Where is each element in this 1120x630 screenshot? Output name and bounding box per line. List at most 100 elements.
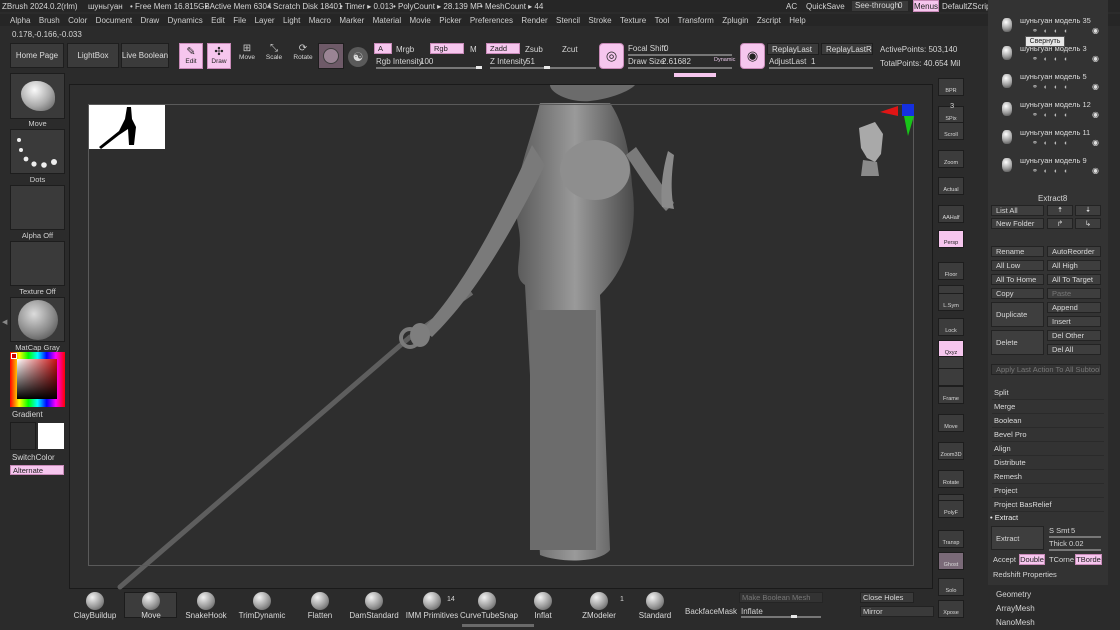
subtool-toggle-icons[interactable]: ⚭ ◐ ◐ ◐ [1032, 27, 1070, 35]
a-toggle[interactable]: A [374, 43, 392, 54]
tborde-toggle[interactable]: TBorde [1075, 554, 1102, 565]
shelf-transp-button[interactable]: Transp [938, 530, 964, 548]
subtool-toggle-icons[interactable]: ⚭ ◐ ◐ ◐ [1032, 111, 1070, 119]
menu-movie[interactable]: Movie [409, 16, 430, 25]
draw-button[interactable]: ✣ Draw [207, 43, 231, 69]
menu-render[interactable]: Render [521, 16, 547, 25]
menu-alpha[interactable]: Alpha [10, 16, 30, 25]
shelf-lock-button[interactable]: Lock [938, 318, 964, 336]
boolean-section[interactable]: Boolean [992, 414, 1104, 428]
quicksave-button[interactable]: QuickSave [806, 2, 845, 11]
focal-shift-slider[interactable]: Focal Shift 0 [626, 43, 736, 56]
backfacemask-toggle[interactable]: BackfaceMask [685, 607, 737, 616]
main-color-swatch[interactable] [11, 353, 17, 359]
stroke-thumbnail[interactable] [10, 129, 65, 174]
menu-draw[interactable]: Draw [141, 16, 160, 25]
shelf-ghost-button[interactable]: Ghost [938, 552, 964, 570]
new-folder-button[interactable]: New Folder [991, 218, 1044, 229]
bottom-tray-handle[interactable] [462, 624, 534, 627]
alpha-thumbnail[interactable] [10, 185, 65, 230]
shelf-zoom-button[interactable]: Zoom [938, 150, 964, 168]
shelf-zoom3d-button[interactable]: Zoom3D [938, 442, 964, 460]
menu-texture[interactable]: Texture [620, 16, 646, 25]
rename-button[interactable]: Rename [991, 246, 1044, 257]
mrgb-toggle[interactable]: Mrgb [396, 45, 414, 54]
subtool-toggle-icons[interactable]: ⚭ ◐ ◐ ◐ [1032, 139, 1070, 147]
subtool-toggle-icons[interactable]: ⚭ ◐ ◐ ◐ [1032, 55, 1070, 63]
brush-thumbnail[interactable] [10, 73, 65, 119]
all-to-home-button[interactable]: All To Home [991, 274, 1044, 285]
subtool-item[interactable]: шуньгуан модель 9 ⚭ ◐ ◐ ◐ ◉ [992, 154, 1104, 180]
project-basrelief-section[interactable]: Project BasRelief [992, 498, 1104, 512]
brush-curvetubesnap[interactable]: CurveTubeSnap [460, 592, 518, 620]
remesh-section[interactable]: Remesh [992, 470, 1104, 484]
visibility-eye-icon[interactable]: ◉ [1092, 110, 1099, 119]
dynamesh-button[interactable]: ◉ [740, 43, 765, 69]
extract-section-header[interactable]: • Extract [990, 513, 1018, 522]
shelf-bpr-button[interactable]: BPR [938, 78, 964, 96]
zadd-toggle[interactable]: Zadd [486, 43, 520, 54]
apply-last-action-button[interactable]: Apply Last Action To All Subtools [991, 364, 1101, 375]
move-up-button[interactable]: 🠅 [1047, 205, 1073, 216]
shelf-actual-button[interactable]: Actual [938, 177, 964, 195]
menu-marker[interactable]: Marker [339, 16, 364, 25]
project-section[interactable]: Project [992, 484, 1104, 498]
all-to-target-button[interactable]: All To Target [1047, 274, 1101, 285]
alternate-button[interactable]: Alternate [10, 465, 64, 475]
replaylast-button[interactable]: ReplayLast [767, 43, 819, 55]
brush-trimdynamic[interactable]: TrimDynamic [236, 592, 288, 620]
close-holes-button[interactable]: Close Holes [860, 592, 914, 603]
menu-stencil[interactable]: Stencil [556, 16, 580, 25]
material-thumbnail[interactable] [10, 297, 65, 342]
visibility-eye-icon[interactable]: ◉ [1092, 82, 1099, 91]
accept-button[interactable]: Accept [993, 555, 1016, 564]
switchcolor-button[interactable]: SwitchColor [12, 453, 55, 462]
menu-preferences[interactable]: Preferences [470, 16, 513, 25]
shelf-polyf-button[interactable]: PolyF [938, 500, 964, 518]
insert-button[interactable]: Insert [1047, 316, 1101, 327]
home-page-button[interactable]: Home Page [10, 43, 64, 68]
texture-swirl-icon[interactable]: ☯ [348, 47, 368, 67]
menu-zscript[interactable]: Zscript [757, 16, 781, 25]
menu-color[interactable]: Color [68, 16, 87, 25]
zcut-toggle[interactable]: Zcut [562, 45, 578, 54]
inflate-slider[interactable]: Inflate [739, 606, 823, 618]
merge-section[interactable]: Merge [992, 400, 1104, 414]
menu-edit[interactable]: Edit [211, 16, 225, 25]
menu-document[interactable]: Document [96, 16, 132, 25]
subtool-item[interactable]: шуньгуан модель 5 ⚭ ◐ ◐ ◐ ◉ [992, 70, 1104, 96]
mirror-button[interactable]: Mirror [860, 606, 934, 617]
s-smt-slider[interactable]: S Smt 5 [1047, 526, 1102, 538]
menu-dynamics[interactable]: Dynamics [168, 16, 203, 25]
m-toggle[interactable]: M [470, 45, 477, 54]
menu-layer[interactable]: Layer [255, 16, 275, 25]
list-all-button[interactable]: List All [991, 205, 1044, 216]
align-section[interactable]: Align [992, 442, 1104, 456]
del-all-button[interactable]: Del All [1047, 344, 1101, 355]
color-picker[interactable] [10, 352, 65, 407]
append-button[interactable]: Append [1047, 302, 1101, 313]
menu-transform[interactable]: Transform [678, 16, 714, 25]
gradient-label[interactable]: Gradient [12, 410, 43, 419]
geometry-section[interactable]: Geometry [996, 590, 1031, 599]
duplicate-button[interactable]: Duplicate [991, 302, 1044, 327]
arraymesh-section[interactable]: ArrayMesh [996, 604, 1035, 613]
visibility-eye-icon[interactable]: ◉ [1092, 26, 1099, 35]
live-boolean-button[interactable]: Live Boolean [121, 43, 169, 68]
make-boolean-mesh-button[interactable]: Make Boolean Mesh [739, 592, 823, 603]
menu-macro[interactable]: Macro [309, 16, 331, 25]
shelf-solo-button[interactable]: Solo [938, 578, 964, 596]
rotate-button[interactable]: ⟳ Rotate [290, 43, 316, 69]
shelf-rotate-button[interactable]: Rotate [938, 470, 964, 488]
delete-button[interactable]: Delete [991, 330, 1044, 355]
scale-button[interactable]: ⤡ Scale [262, 43, 286, 69]
visibility-eye-icon[interactable]: ◉ [1092, 138, 1099, 147]
visibility-eye-icon[interactable]: ◉ [1092, 166, 1099, 175]
brush-snakehook[interactable]: SnakeHook [184, 592, 228, 620]
subtool-item[interactable]: шуньгуан модель 12 ⚭ ◐ ◐ ◐ ◉ [992, 98, 1104, 124]
menu-tool[interactable]: Tool [655, 16, 670, 25]
del-other-button[interactable]: Del Other [1047, 330, 1101, 341]
draw-size-slider[interactable]: Draw Size 2.61682 Dynamic [626, 56, 736, 69]
menu-brush[interactable]: Brush [39, 16, 60, 25]
ac-label[interactable]: AC [786, 2, 797, 11]
